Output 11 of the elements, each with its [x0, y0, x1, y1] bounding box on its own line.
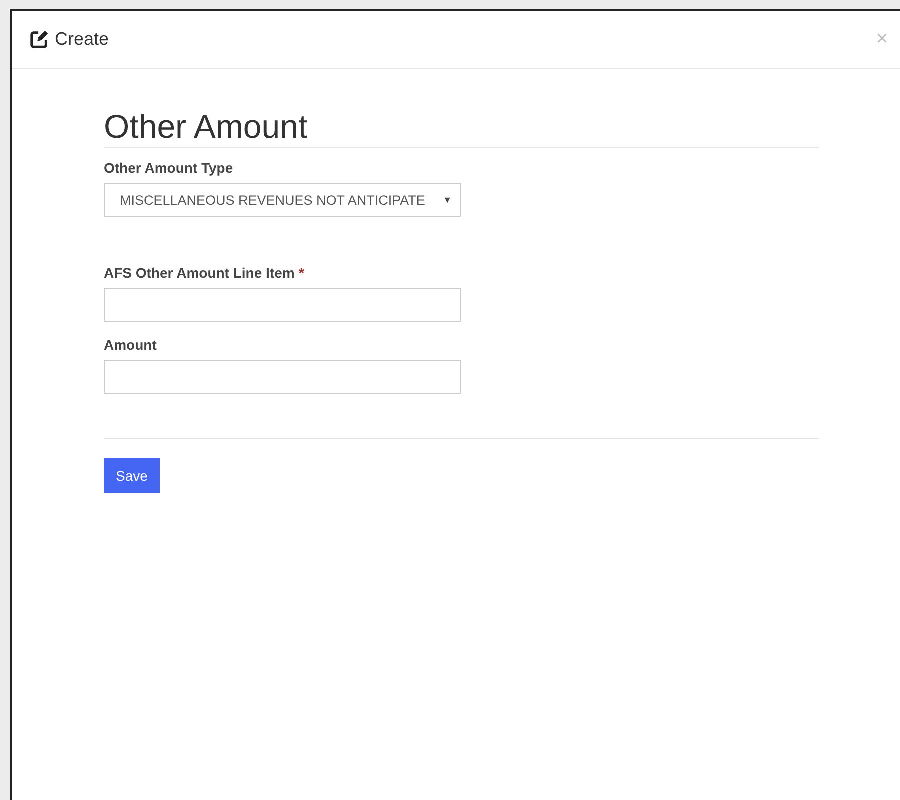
form-heading: Other Amount: [104, 107, 819, 148]
edit-icon: [30, 30, 49, 49]
field-label: Amount: [104, 337, 157, 353]
save-button[interactable]: Save: [104, 458, 160, 493]
dialog-title: Create: [55, 29, 110, 50]
required-mark: *: [298, 265, 304, 281]
type-dropdown[interactable]: MISCELLANEOUS REVENUES NOT ANTICIPATE ▼: [104, 183, 461, 217]
field-label: AFS Other Amount Line Item: [104, 265, 295, 281]
input-field[interactable]: [104, 288, 461, 322]
input-field[interactable]: [104, 360, 461, 394]
field-label: Other Amount Type: [104, 160, 234, 176]
